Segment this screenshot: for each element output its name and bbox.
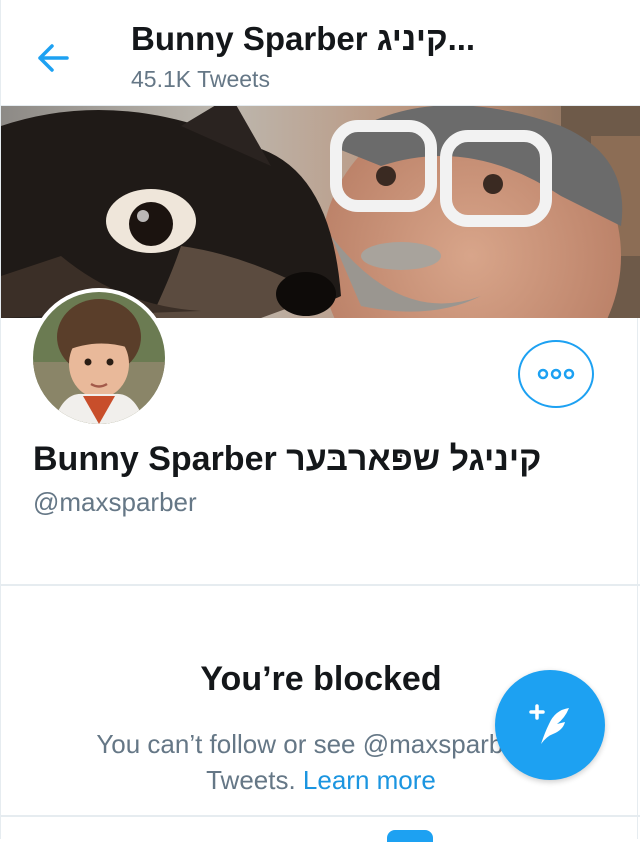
arrow-left-icon xyxy=(38,44,69,72)
compose-tweet-icon xyxy=(529,704,569,744)
more-options-button[interactable] xyxy=(518,340,594,408)
user-handle: @maxsparber xyxy=(33,487,197,517)
bottom-tab-indicator xyxy=(387,830,433,842)
header-title: Bunny Sparber קיניג... xyxy=(131,20,476,57)
section-divider xyxy=(1,584,640,586)
bottom-divider xyxy=(1,815,640,817)
display-name: Bunny Sparber קיניגל שפּארבּער xyxy=(33,440,542,478)
more-options-icon xyxy=(537,368,575,380)
profile-header: Bunny Sparber קיניג... 45.1K Tweets xyxy=(1,0,640,106)
back-button[interactable] xyxy=(31,36,75,80)
learn-more-link[interactable]: Learn more xyxy=(303,765,436,795)
compose-tweet-button[interactable] xyxy=(495,670,605,780)
profile-banner[interactable] xyxy=(1,106,640,318)
app-frame: Bunny Sparber קיניג... 45.1K Tweets Bunn… xyxy=(0,0,640,842)
tweet-count: 45.1K Tweets xyxy=(131,66,270,92)
avatar-image xyxy=(33,292,165,424)
blocked-message-line2: Tweets. xyxy=(206,765,303,795)
avatar[interactable] xyxy=(29,288,169,428)
banner-image xyxy=(1,106,640,318)
